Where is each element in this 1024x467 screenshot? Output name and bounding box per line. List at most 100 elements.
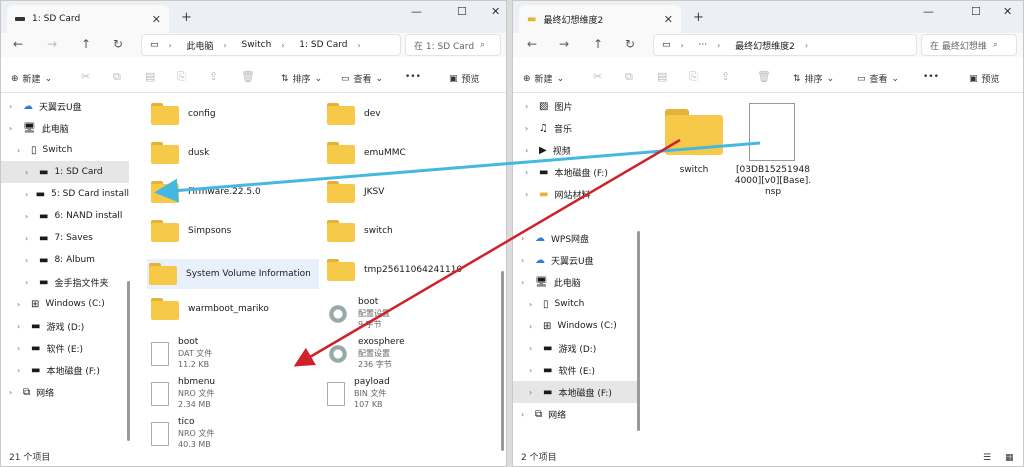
cut-icon[interactable]: ✂	[593, 70, 602, 83]
chevron-right-icon[interactable]: ›	[17, 146, 25, 155]
more-button[interactable]: •••	[923, 72, 939, 82]
sidebar-item[interactable]: › ▬ 软件 (E:)	[1, 337, 129, 359]
sidebar-item[interactable]: › ▬ 6: NAND install	[1, 205, 129, 227]
file-item[interactable]: exosphere 配置设置 236 字节	[327, 337, 405, 370]
refresh-button[interactable]: ↻	[625, 37, 635, 51]
folder-item[interactable]: dev	[327, 103, 381, 125]
up-button[interactable]: ↑	[593, 37, 603, 51]
folder-item[interactable]: dusk	[151, 142, 209, 164]
sidebar-item[interactable]: › ▬ 游戏 (D:)	[1, 315, 129, 337]
chevron-right-icon[interactable]: ›	[525, 168, 533, 177]
sidebar-item[interactable]: › ⊞ Windows (C:)	[513, 315, 637, 337]
scrollbar[interactable]	[501, 271, 504, 451]
back-button[interactable]: ←	[13, 37, 23, 51]
chevron-right-icon[interactable]: ›	[529, 388, 537, 397]
maximize-button[interactable]: ☐	[457, 5, 467, 18]
folder-item[interactable]: emuMMC	[327, 142, 406, 164]
chevron-right-icon[interactable]: ›	[525, 190, 533, 199]
sidebar-item[interactable]: › ▬ 本地磁盘 (F:)	[513, 381, 637, 403]
sidebar-item[interactable]: › ▬ 5: SD Card install	[1, 183, 129, 205]
sidebar-item[interactable]: › ▯ Switch	[1, 139, 129, 161]
preview-button[interactable]: ▣ 预览	[449, 72, 480, 86]
folder-item[interactable]: JKSV	[327, 181, 384, 203]
view-button[interactable]: ▭ 查看 ⌄	[857, 72, 899, 86]
sidebar-item[interactable]: › ☁ 天翼云U盘	[1, 95, 129, 117]
chevron-right-icon[interactable]: ›	[25, 278, 33, 287]
back-button[interactable]: ←	[527, 37, 537, 51]
copy-icon[interactable]: ⧉	[625, 70, 633, 84]
sidebar-item[interactable]: › ▨ 图片	[513, 95, 637, 117]
file-item[interactable]: hbmenu NRO 文件 2.34 MB	[151, 377, 215, 410]
sidebar-item[interactable]: › ⧉ 网络	[513, 403, 637, 425]
chevron-right-icon[interactable]: ›	[25, 190, 30, 199]
folder-icon[interactable]	[665, 109, 723, 155]
folder-item[interactable]: Simpsons	[151, 220, 231, 242]
folder-item[interactable]: System Volume Information	[147, 259, 319, 289]
maximize-button[interactable]: ☐	[971, 5, 981, 18]
new-button[interactable]: ⊕ 新建 ⌄	[523, 72, 564, 86]
file-item[interactable]: payload BIN 文件 107 KB	[327, 377, 390, 410]
folder-item[interactable]: config	[151, 103, 216, 125]
chevron-right-icon[interactable]: ›	[25, 256, 33, 265]
preview-button[interactable]: ▣ 预览	[969, 72, 1000, 86]
more-button[interactable]: •••	[405, 72, 421, 82]
chevron-right-icon[interactable]: ›	[525, 146, 533, 155]
new-button[interactable]: ⊕ 新建 ⌄	[11, 72, 52, 86]
sidebar-item[interactable]: › ☁ WPS网盘	[513, 227, 637, 249]
scrollbar[interactable]	[637, 231, 640, 431]
paste-icon[interactable]: ▤	[657, 70, 667, 83]
tab-sd-card[interactable]: 1: SD Card ✕	[7, 5, 169, 33]
chevron-right-icon[interactable]: ›	[25, 234, 33, 243]
folder-item[interactable]: Firmware.22.5.0	[151, 181, 261, 203]
sidebar-item[interactable]: › ▬ 8: Album	[1, 249, 129, 271]
rename-icon[interactable]: ⎘	[177, 70, 186, 84]
details-view-icon[interactable]: ☰	[983, 453, 991, 463]
paste-icon[interactable]: ▤	[145, 70, 155, 83]
breadcrumb-overflow[interactable]: ···	[699, 40, 708, 50]
new-tab-button[interactable]: +	[693, 10, 704, 25]
tab-folder[interactable]: ▬ 最终幻想维度2 ✕	[519, 5, 681, 33]
item-name[interactable]: [03DB15251948 4000][v0][Base]. nsp	[731, 165, 815, 198]
sidebar-item[interactable]: › ▶ 视频	[513, 139, 637, 161]
chevron-right-icon[interactable]: ›	[17, 366, 25, 375]
sidebar-item[interactable]: › ▬ 软件 (E:)	[513, 359, 637, 381]
sidebar-item[interactable]: › ⧉ 网络	[1, 381, 129, 403]
cut-icon[interactable]: ✂	[81, 70, 90, 83]
breadcrumb-item[interactable]: 最终幻想维度2	[735, 39, 795, 52]
forward-button[interactable]: →	[559, 37, 569, 51]
chevron-right-icon[interactable]: ›	[521, 234, 529, 243]
chevron-right-icon[interactable]: ›	[25, 168, 33, 177]
minimize-button[interactable]: —	[411, 5, 422, 18]
breadcrumb-item[interactable]: 1: SD Card	[299, 40, 347, 50]
close-icon[interactable]: ✕	[664, 13, 673, 26]
chevron-right-icon[interactable]: ›	[17, 344, 25, 353]
sidebar-item[interactable]: › ▬ 7: Saves	[1, 227, 129, 249]
chevron-right-icon[interactable]: ›	[529, 300, 537, 309]
chevron-right-icon[interactable]: ›	[525, 124, 533, 133]
folder-item[interactable]: switch	[327, 220, 393, 242]
delete-icon[interactable]: 🗑	[241, 70, 255, 83]
share-icon[interactable]: ⇪	[721, 70, 730, 83]
chevron-right-icon[interactable]: ›	[17, 300, 25, 309]
new-tab-button[interactable]: +	[181, 10, 192, 25]
close-window-button[interactable]: ✕	[491, 5, 500, 18]
sidebar-item[interactable]: › ▬ 本地磁盘 (F:)	[513, 161, 637, 183]
sort-button[interactable]: ⇅ 排序 ⌄	[281, 72, 322, 86]
chevron-right-icon[interactable]: ›	[17, 322, 25, 331]
sidebar-item[interactable]: › ♫ 音乐	[513, 117, 637, 139]
breadcrumb-item[interactable]: Switch	[242, 40, 272, 50]
search-input[interactable]: 在 1: SD Card ⌕	[405, 34, 501, 56]
folder-item[interactable]: warmboot_mariko	[151, 298, 269, 320]
minimize-button[interactable]: —	[923, 5, 934, 18]
chevron-right-icon[interactable]: ›	[529, 366, 537, 375]
view-button[interactable]: ▭ 查看 ⌄	[341, 72, 383, 86]
search-input[interactable]: 在 最终幻想维 ⌕	[921, 34, 1017, 56]
scrollbar[interactable]	[127, 281, 130, 441]
sidebar-item[interactable]: › ⊞ Windows (C:)	[1, 293, 129, 315]
sidebar-item[interactable]: › ▬ 网站材料	[513, 183, 637, 205]
rename-icon[interactable]: ⎘	[689, 70, 698, 84]
copy-icon[interactable]: ⧉	[113, 70, 121, 84]
folder-item[interactable]: tmp25611064241110	[327, 259, 462, 281]
breadcrumb-item[interactable]: 此电脑	[187, 39, 214, 52]
address-bar[interactable]: ▭ › ··· › 最终幻想维度2 ›	[653, 34, 917, 56]
